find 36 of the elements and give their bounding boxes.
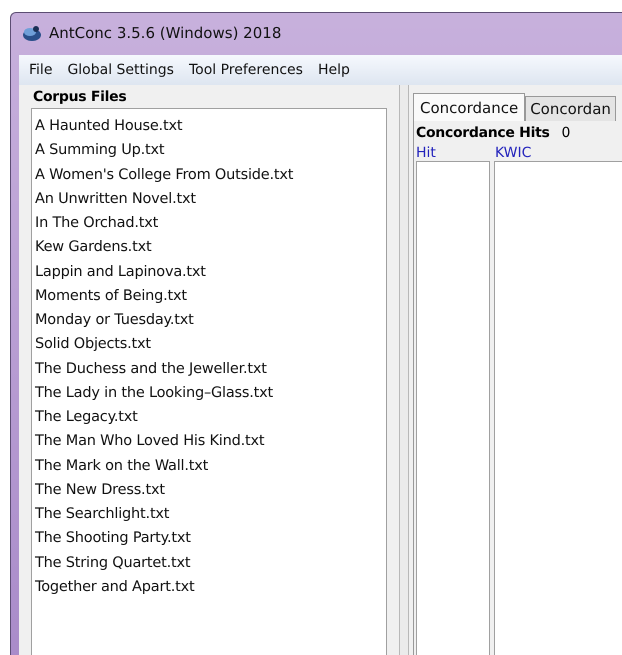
- window-title: AntConc 3.5.6 (Windows) 2018: [49, 24, 282, 42]
- splitter[interactable]: [399, 85, 409, 655]
- column-header[interactable]: KWIC: [495, 145, 532, 161]
- corpus-entry[interactable]: The String Quartet.txt: [35, 550, 386, 575]
- corpus-entry[interactable]: The New Dress.txt: [35, 478, 386, 502]
- app-icon: [21, 23, 43, 43]
- panel-title: Corpus Files: [32, 89, 128, 107]
- tab[interactable]: Concordan: [525, 96, 616, 121]
- hit-list[interactable]: [416, 161, 490, 655]
- corpus-entry[interactable]: Moments of Being.txt: [35, 284, 386, 308]
- corpus-entry[interactable]: Monday or Tuesday.txt: [35, 308, 386, 332]
- menu-item[interactable]: Global Settings: [61, 62, 183, 78]
- tab[interactable]: Concordance: [413, 93, 526, 121]
- corpus-entry[interactable]: The Man Who Loved His Kind.txt: [35, 429, 386, 454]
- menu-item[interactable]: Tool Preferences: [182, 62, 312, 78]
- corpus-entry[interactable]: The Lady in the Looking–Glass.txt: [35, 380, 386, 405]
- corpus-entry[interactable]: Kew Gardens.txt: [35, 235, 386, 260]
- corpus-entry[interactable]: The Searchlight.txt: [35, 502, 386, 526]
- corpus-entry[interactable]: A Haunted House.txt: [35, 114, 386, 138]
- menu-item[interactable]: File: [23, 62, 62, 78]
- corpus-entry[interactable]: The Shooting Party.txt: [35, 526, 386, 550]
- corpus-entry[interactable]: An Unwritten Novel.txt: [35, 186, 386, 211]
- hits-count: 0: [562, 125, 570, 141]
- menu-item[interactable]: Help: [312, 62, 359, 78]
- corpus-entry[interactable]: The Mark on the Wall.txt: [35, 454, 386, 478]
- corpus-entry[interactable]: A Women's College From Outside.txt: [35, 162, 386, 187]
- corpus-entry[interactable]: The Duchess and the Jeweller.txt: [35, 356, 386, 381]
- hits-label: Concordance Hits: [416, 125, 550, 141]
- corpus-entry[interactable]: Together and Apart.txt: [35, 574, 386, 599]
- corpus-file-list[interactable]: [31, 108, 387, 655]
- column-header[interactable]: Hit: [416, 145, 495, 161]
- corpus-entry[interactable]: In The Orchad.txt: [35, 211, 386, 236]
- corpus-entry[interactable]: A Summing Up.txt: [35, 138, 386, 162]
- corpus-entry[interactable]: Lappin and Lapinova.txt: [35, 260, 386, 284]
- corpus-entry[interactable]: The Legacy.txt: [35, 405, 386, 430]
- corpus-entry[interactable]: Solid Objects.txt: [35, 332, 386, 356]
